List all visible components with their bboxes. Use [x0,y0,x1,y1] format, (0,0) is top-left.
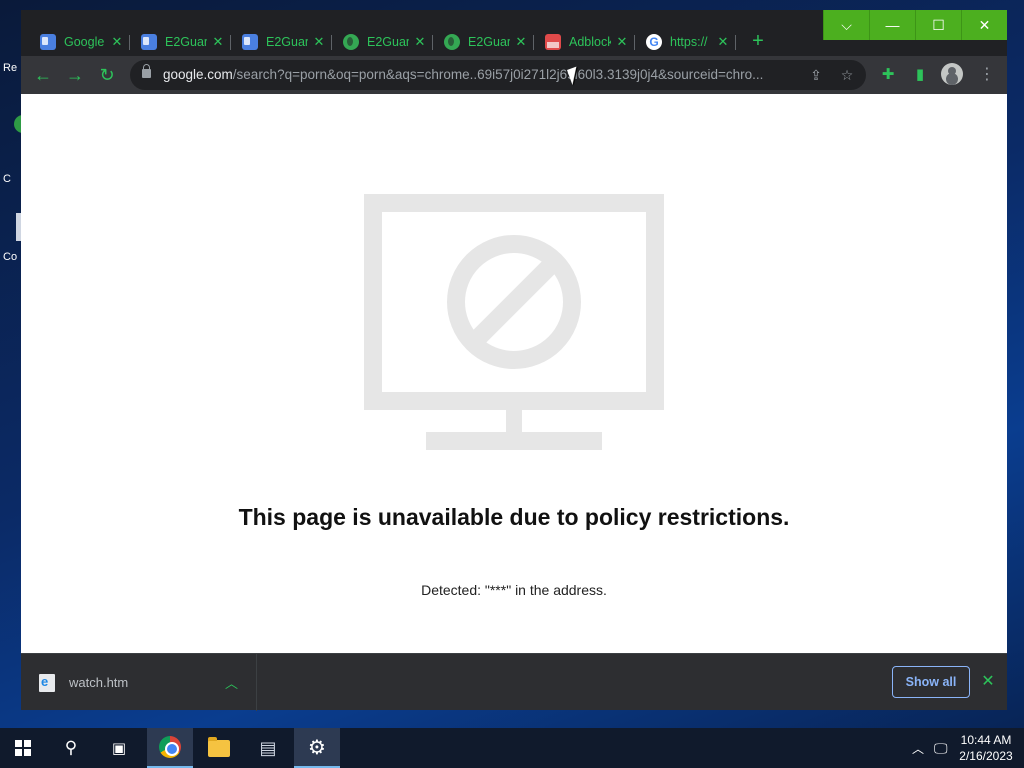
close-icon[interactable]: ✕ [979,671,997,693]
taskbar-control-panel[interactable]: ▤ [245,728,291,768]
tab-label: E2Guardian [266,35,308,49]
folder-icon [208,736,230,757]
minimize-button[interactable]: — [869,10,915,40]
close-icon[interactable]: ✕ [716,34,730,50]
translate-icon [141,34,157,50]
profile-icon[interactable] [941,63,963,85]
desktop-icon-label: Re [3,62,18,74]
maximize-button[interactable]: ☐ [915,10,961,40]
desktop-icon-computer[interactable]: Co [0,213,24,273]
tab-label: https:// [670,35,708,49]
desktop-icon-chrome[interactable]: C [0,115,32,185]
new-tab-button[interactable]: + [744,28,772,56]
close-icon[interactable]: ✕ [413,34,427,50]
browser-window: Google ✕ E2Guardian ✕ E2Guardian ✕ E2Gua… [21,10,1007,711]
tab-label: Google [64,35,105,49]
lock-icon[interactable] [142,64,151,78]
tab-active-https[interactable]: https:// ✕ [635,28,736,56]
translate-icon [40,34,56,50]
tab-label: E2Guardian [367,35,409,49]
system-clock[interactable]: 10:44 AM 2/16/2023 [954,732,1018,764]
clock-date: 2/16/2023 [959,749,1013,763]
close-icon[interactable]: ✕ [211,34,225,50]
adblock-icon [545,34,561,50]
download-item[interactable]: watch.htm ︿ [21,654,257,711]
close-icon[interactable]: ✕ [615,34,629,50]
chrome-icon [159,736,181,758]
google-icon [646,34,662,50]
chevron-up-icon[interactable]: ︿ [225,673,238,692]
taskbar: ⚲ ▣ ▤ ⚙ ︿ 🖵 10:44 AM 2/16/2023 [0,728,1024,768]
task-view-icon[interactable]: ▣ [96,728,142,768]
address-bar[interactable]: google.com/search?q=porn&oq=porn&aqs=chr… [130,60,866,90]
tab-search-button[interactable]: ⌵ [823,10,869,40]
forward-button[interactable]: → [64,64,86,86]
globe-icon [444,34,460,50]
network-icon[interactable]: 🖵 [934,728,948,768]
window-controls: ⌵ — ☐ ✕ [823,10,1007,40]
page-content: This page is unavailable due to policy r… [21,94,1007,653]
share-icon[interactable]: ⇪ [807,66,825,84]
detection-message: Detected: "***" in the address. [421,582,607,598]
download-file-name: watch.htm [69,675,129,690]
star-icon[interactable]: ☆ [838,66,856,84]
url-text[interactable]: google.com/search?q=porn&oq=porn&aqs=chr… [163,67,793,82]
side-panel-icon[interactable]: ▮ [909,64,931,86]
browser-toolbar: ← → ↻ google.com/search?q=porn&oq=porn&a… [21,56,1007,94]
reload-button[interactable]: ↻ [96,64,118,86]
windows-icon [15,740,31,756]
start-button[interactable] [0,728,46,768]
taskbar-settings[interactable]: ⚙ [294,728,340,768]
tab-label: E2Guardian [165,35,207,49]
back-button[interactable]: ← [32,64,54,86]
title-bar: Google ✕ E2Guardian ✕ E2Guardian ✕ E2Gua… [21,10,1007,56]
show-all-button[interactable]: Show all [892,666,970,698]
tab-label: Adblock [569,35,611,49]
download-bar: watch.htm ︿ Show all ✕ [21,653,1007,711]
clock-time: 10:44 AM [960,733,1012,747]
tab-adblock[interactable]: Adblock ✕ [534,28,635,56]
close-icon[interactable]: ✕ [312,34,326,50]
page-title: This page is unavailable due to policy r… [238,504,790,530]
close-icon[interactable]: ✕ [514,34,528,50]
monitor-base [426,432,602,450]
url-path: /search?q=porn&oq=porn&aqs=chrome..69i57… [232,67,764,82]
taskbar-chrome[interactable] [147,728,193,768]
close-icon[interactable]: ✕ [110,34,124,50]
globe-icon [343,34,359,50]
tab-e2guardian-4[interactable]: E2Guardian ✕ [433,28,534,56]
tab-google[interactable]: Google ✕ [29,28,130,56]
desktop-icon-label: C [3,173,11,185]
url-host: google.com [163,67,233,82]
translate-icon [242,34,258,50]
tab-e2guardian-3[interactable]: E2Guardian ✕ [332,28,433,56]
desktop-icon-recycle-bin[interactable]: Re [0,58,22,74]
tab-strip: Google ✕ E2Guardian ✕ E2Guardian ✕ E2Gua… [29,28,772,56]
extensions-icon[interactable]: ✚ [877,64,899,86]
tab-e2guardian-1[interactable]: E2Guardian ✕ [130,28,231,56]
blocked-monitor-icon [364,194,664,450]
show-hidden-icons-chevron-up-icon[interactable]: ︿ [912,728,924,768]
html-file-icon [39,673,55,692]
tab-e2guardian-2[interactable]: E2Guardian ✕ [231,28,332,56]
desktop-icon-label: Co [3,251,18,263]
tab-label: E2Guardian [468,35,510,49]
search-icon[interactable]: ⚲ [48,728,94,768]
monitor-neck [506,410,522,432]
menu-icon[interactable]: ⋮ [979,64,995,86]
close-window-button[interactable]: ✕ [961,10,1007,40]
taskbar-file-explorer[interactable] [196,728,242,768]
